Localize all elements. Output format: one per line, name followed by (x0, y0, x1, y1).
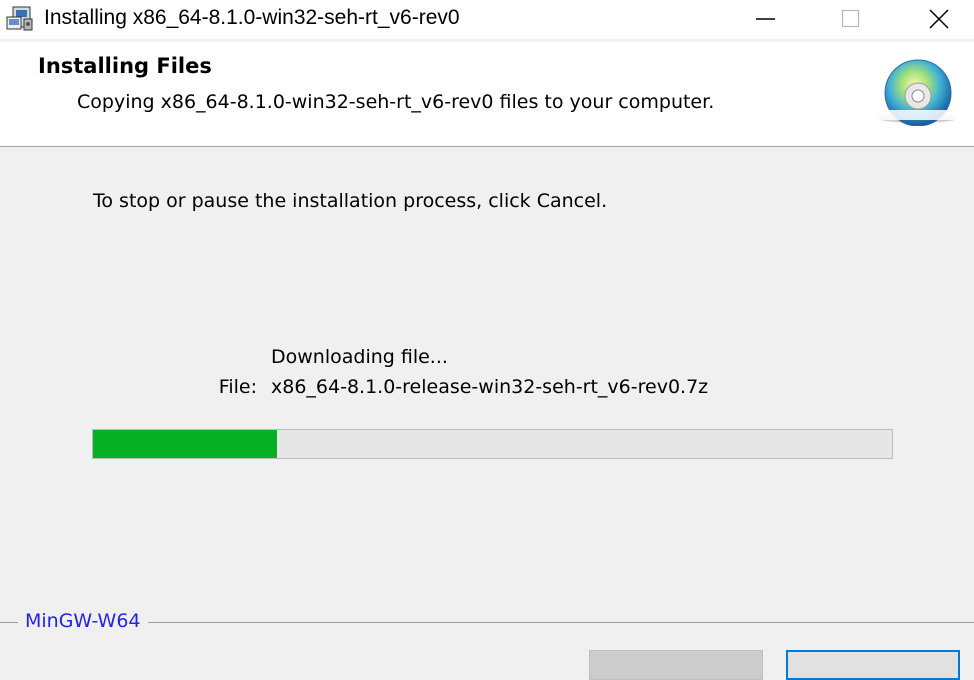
maximize-icon (841, 9, 860, 28)
page-subtitle: Copying x86_64-8.1.0-win32-seh-rt_v6-rev… (77, 91, 715, 113)
minimize-icon (756, 18, 775, 20)
wizard-header: Installing Files Copying x86_64-8.1.0-wi… (0, 42, 974, 147)
maximize-button[interactable] (822, 0, 880, 39)
close-icon (929, 9, 949, 29)
page-title: Installing Files (38, 54, 212, 78)
cancel-button[interactable] (786, 650, 960, 680)
progress-fill (93, 430, 277, 458)
file-name: x86_64-8.1.0-release-win32-seh-rt_v6-rev… (271, 376, 709, 398)
title-bar: Installing x86_64-8.1.0-win32-seh-rt_v6-… (0, 0, 974, 39)
instruction-text: To stop or pause the installation proces… (93, 190, 608, 212)
minimize-button[interactable] (737, 0, 795, 39)
installer-app-icon (4, 5, 36, 33)
close-button[interactable] (910, 0, 968, 39)
cd-disc-icon (874, 58, 964, 127)
status-text: Downloading file... (271, 346, 448, 368)
back-button[interactable] (589, 650, 763, 680)
brand-label: MinGW-W64 (18, 609, 148, 633)
progress-bar (92, 429, 893, 459)
window-title: Installing x86_64-8.1.0-win32-seh-rt_v6-… (44, 6, 460, 29)
file-label: File: (218, 376, 257, 398)
